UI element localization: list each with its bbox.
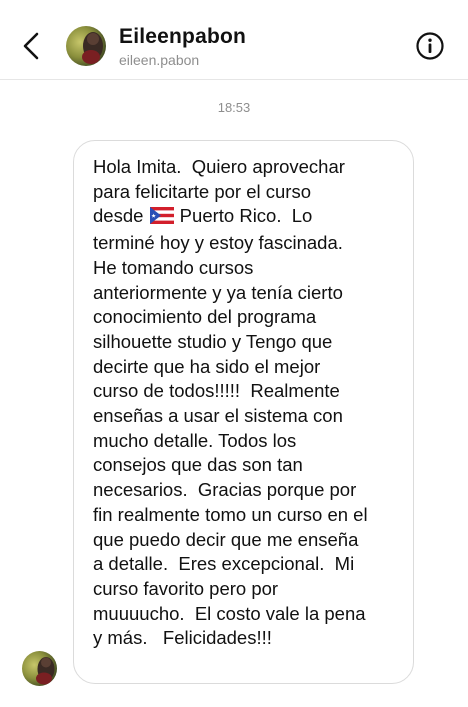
message-line: y más. Felicidades!!! [93, 627, 272, 649]
contact-username: eileen.pabon [119, 52, 200, 68]
info-icon [416, 32, 444, 60]
message-line: curso favorito pero por [93, 577, 279, 599]
message-line: desde Puerto Rico. Lo [93, 204, 399, 231]
puerto-rico-flag-icon [149, 206, 174, 231]
sender-avatar[interactable] [22, 651, 57, 686]
message-line: fin realmente tomo un curso en el [93, 503, 368, 525]
message-line: mucho detalle. Todos los [93, 429, 297, 451]
message-text: Puerto Rico. Lo [174, 205, 313, 227]
contact-name[interactable]: Eileenpabon [119, 25, 246, 49]
message-line: a detalle. Eres excepcional. Mi [93, 553, 355, 575]
message-line: que puedo decir que me enseña [93, 528, 359, 550]
message-line: decirte que ha sido el mejor [93, 355, 321, 377]
message-line: consejos que das son tan [93, 454, 303, 476]
message-line: necesarios. Gracias porque por [93, 479, 357, 501]
message-line: curso de todos!!!!! Realmente [93, 380, 340, 402]
chat-header: Eileenpabon eileen.pabon [0, 0, 468, 80]
info-button[interactable] [415, 31, 445, 61]
message-line: muuuucho. El costo vale la pena [93, 602, 366, 624]
avatar[interactable] [66, 26, 106, 66]
back-button[interactable] [18, 30, 46, 62]
message-line: He tomando cursos [93, 256, 254, 278]
message-line: silhouette studio y Tengo que [93, 330, 333, 352]
message-line: Hola Imita. Quiero aprovechar [93, 156, 345, 177]
message-line: terminé hoy y estoy fascinada. [93, 232, 343, 254]
message-line: conocimiento del programa [93, 306, 317, 328]
message-line: enseñas a usar el sistema con [93, 405, 343, 427]
message-text: desde [93, 205, 149, 227]
message-bubble[interactable]: Hola Imita. Quiero aprovechar para felic… [73, 140, 414, 684]
message-timestamp: 18:53 [217, 100, 251, 115]
chevron-left-icon [23, 32, 39, 60]
message-line: para felicitarte por el curso [93, 180, 311, 202]
message-line: anteriormente y ya tenía cierto [93, 281, 343, 303]
